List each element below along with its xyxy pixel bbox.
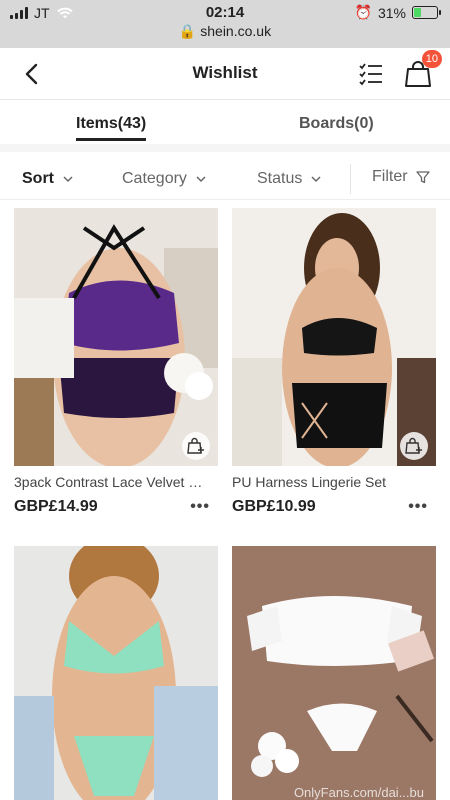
- app-header: Wishlist 10: [0, 48, 450, 100]
- product-title[interactable]: 3pack Contrast Lace Velvet Lingerie Set: [14, 474, 208, 490]
- category-dropdown[interactable]: Category: [122, 170, 207, 188]
- lingerie-mint-image: [14, 546, 218, 800]
- product-image[interactable]: [14, 208, 218, 466]
- lingerie-purple-image: [14, 208, 218, 466]
- lock-icon: 🔒: [178, 23, 197, 39]
- category-label: Category: [122, 170, 187, 187]
- filter-bar: Sort Category Status Filter: [0, 158, 450, 200]
- product-card[interactable]: [14, 546, 218, 800]
- battery-fill: [414, 8, 421, 17]
- url-text: shein.co.uk: [200, 23, 272, 39]
- add-to-bag-button[interactable]: [400, 432, 428, 460]
- product-grid: 3pack Contrast Lace Velvet Lingerie Set …: [0, 208, 450, 800]
- price-row: GBP£10.99 •••: [232, 498, 428, 516]
- sort-dropdown[interactable]: Sort: [22, 170, 74, 188]
- watermark-text: OnlyFans.com/dai...bu: [293, 785, 424, 800]
- status-bar: JT 02:14 🔒 shein.co.uk ⏰ 31%: [0, 0, 450, 48]
- status-dropdown[interactable]: Status: [257, 170, 322, 188]
- chevron-down-icon: [196, 176, 206, 183]
- add-to-bag-icon: [187, 437, 204, 454]
- tab-items[interactable]: Items(43): [76, 115, 147, 141]
- cart-count-badge: 10: [421, 50, 442, 68]
- more-options-icon[interactable]: •••: [190, 498, 210, 516]
- filter-button[interactable]: Filter: [372, 168, 430, 186]
- funnel-icon: [415, 171, 430, 184]
- battery-percent: 31%: [377, 4, 406, 21]
- more-options-icon[interactable]: •••: [408, 498, 428, 516]
- battery-area: ⏰ 31%: [354, 4, 441, 21]
- product-price: GBP£14.99: [14, 498, 98, 515]
- product-image[interactable]: [14, 546, 218, 800]
- product-image[interactable]: OnlyFans.com/dai...bu: [232, 546, 436, 800]
- chevron-down-icon: [63, 176, 73, 183]
- product-card[interactable]: PU Harness Lingerie Set GBP£10.99 •••: [232, 208, 436, 516]
- add-to-bag-button[interactable]: [182, 432, 210, 460]
- product-card[interactable]: OnlyFans.com/dai...bu: [232, 546, 436, 800]
- price-row: GBP£14.99 •••: [14, 498, 210, 516]
- product-price: GBP£10.99: [232, 498, 316, 515]
- lingerie-white-image: [232, 546, 436, 800]
- product-image[interactable]: [232, 208, 436, 466]
- filter-label: Filter: [372, 168, 408, 185]
- product-card[interactable]: 3pack Contrast Lace Velvet Lingerie Set …: [14, 208, 218, 516]
- checklist-icon[interactable]: [358, 61, 384, 87]
- tab-boards[interactable]: Boards(0): [299, 115, 374, 133]
- status-label: Status: [257, 170, 303, 187]
- alarm-icon: ⏰: [354, 4, 372, 20]
- wishlist-tabs: Items(43) Boards(0): [0, 100, 450, 152]
- url-bar[interactable]: 🔒 shein.co.uk: [0, 23, 450, 40]
- lingerie-black-image: [232, 208, 436, 466]
- product-title[interactable]: PU Harness Lingerie Set: [232, 474, 426, 490]
- chevron-down-icon: [311, 176, 321, 183]
- add-to-bag-icon: [405, 437, 422, 454]
- divider: [350, 164, 351, 194]
- battery-icon: [412, 6, 441, 19]
- sort-label: Sort: [22, 170, 54, 187]
